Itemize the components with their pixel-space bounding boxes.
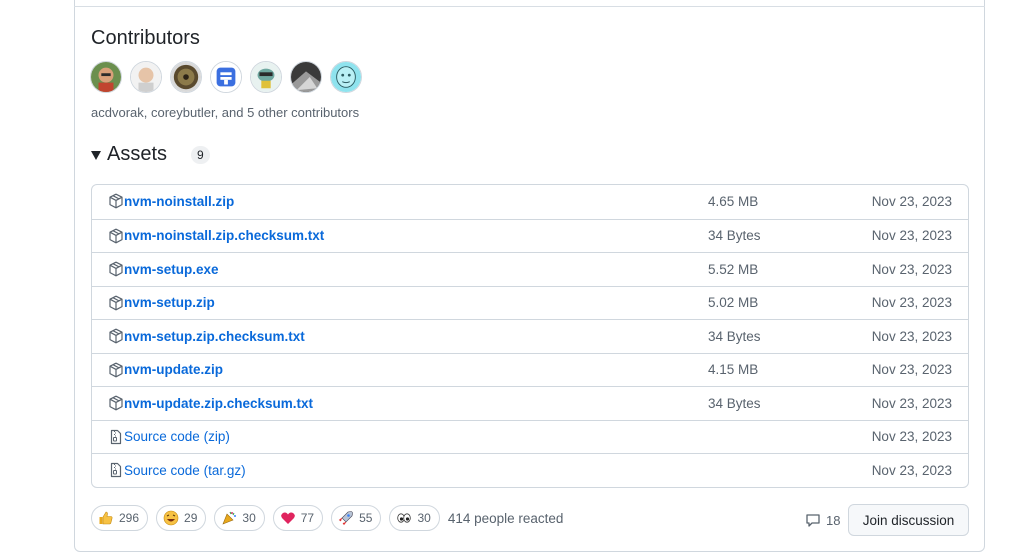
asset-date: Nov 23, 2023 [871, 228, 952, 244]
reaction-button[interactable]: 296 [91, 505, 149, 531]
asset-name: nvm-setup.zip.checksum.txt [124, 328, 305, 344]
asset-name: nvm-update.zip.checksum.txt [124, 395, 314, 411]
assets-toggle[interactable]: Assets 9 [91, 143, 210, 166]
comment-icon [806, 514, 820, 527]
asset-size: 5.02 MB [708, 295, 759, 311]
reactions-bar: 296 29 30 77 55 30 414 people reacted [91, 505, 563, 531]
package-icon [108, 362, 124, 378]
reaction-count: 77 [300, 511, 315, 525]
asset-name: nvm-noinstall.zip.checksum.txt [124, 228, 325, 244]
asset-row: nvm-noinstall.zip 4.65 MB Nov 23, 2023 [92, 185, 968, 219]
reaction-count: 55 [359, 511, 373, 525]
discussion-count[interactable]: 18 [805, 512, 840, 528]
asset-size: 34 Bytes [708, 395, 761, 411]
hooray-icon [221, 510, 237, 526]
triangle-down-icon [91, 151, 101, 160]
assets-heading: Assets [107, 143, 168, 165]
asset-date: Nov 23, 2023 [871, 462, 952, 478]
asset-name: nvm-setup.exe [124, 261, 219, 277]
reaction-count: 296 [119, 511, 140, 525]
join-discussion-button[interactable]: Join discussion [848, 504, 969, 536]
asset-row: nvm-noinstall.zip.checksum.txt 34 Bytes No… [92, 218, 968, 253]
reaction-button[interactable]: 30 [389, 505, 440, 531]
asset-row: nvm-update.zip 4.15 MB Nov 23, 2023 [92, 352, 968, 387]
asset-date: Nov 23, 2023 [871, 362, 952, 378]
asset-size: 34 Bytes [708, 328, 761, 344]
contributors-heading: Contributors [91, 27, 200, 49]
asset-link[interactable]: nvm-setup.zip.checksum.txt [124, 329, 305, 344]
comment-count: 18 [826, 512, 841, 528]
laugh-icon [163, 510, 179, 526]
reaction-count: 29 [184, 511, 198, 525]
avatar[interactable] [250, 61, 282, 93]
asset-name: Source code [124, 429, 200, 445]
avatar[interactable] [330, 61, 362, 93]
asset-link[interactable]: Source code (tar.gz) [124, 463, 246, 478]
package-icon [108, 228, 124, 244]
file-zip-icon [108, 429, 124, 445]
reaction-count: 30 [242, 511, 256, 525]
asset-name: nvm-setup.zip [124, 295, 215, 311]
asset-suffix: (tar.gz) [203, 462, 246, 478]
asset-date: Nov 23, 2023 [871, 395, 952, 411]
asset-name: nvm-update.zip [124, 362, 224, 378]
asset-link[interactable]: nvm-noinstall.zip [124, 194, 234, 209]
divider [74, 6, 985, 7]
package-icon [108, 295, 124, 311]
asset-size: 5.52 MB [708, 261, 759, 277]
package-icon [108, 193, 124, 209]
reaction-count: 30 [417, 511, 431, 525]
contributor-avatars [90, 61, 362, 93]
asset-date: Nov 23, 2023 [871, 194, 952, 210]
asset-date: Nov 23, 2023 [871, 328, 952, 344]
package-icon [108, 261, 124, 277]
package-icon [108, 395, 124, 411]
contributors-summary: acdvorak, coreybutler, and 5 other contr… [91, 105, 360, 120]
asset-size: 34 Bytes [708, 228, 761, 244]
asset-name: Source code [124, 462, 200, 478]
reaction-button[interactable]: 55 [331, 505, 382, 531]
heart-icon [280, 510, 296, 526]
asset-link[interactable]: nvm-setup.exe [124, 262, 219, 277]
reaction-button[interactable]: 77 [272, 505, 324, 531]
asset-link[interactable]: nvm-noinstall.zip.checksum.txt [124, 228, 324, 243]
package-icon [108, 328, 124, 344]
reaction-button[interactable]: 29 [156, 505, 207, 531]
asset-row: nvm-setup.zip.checksum.txt 34 Bytes Nov 23… [92, 319, 968, 353]
asset-link[interactable]: Source code (zip) [124, 429, 230, 444]
asset-date: Nov 23, 2023 [871, 261, 952, 277]
reaction-button[interactable]: 30 [214, 505, 265, 531]
asset-row: nvm-setup.exe 5.52 MB Nov 23, 2023 [92, 252, 968, 286]
asset-size: 4.65 MB [708, 194, 759, 210]
eyes-icon [396, 510, 412, 526]
asset-row: nvm-setup.zip 5.02 MB Nov 23, 2023 [92, 285, 968, 320]
asset-row: Source code (tar.gz) Nov 23, 2023 [92, 453, 968, 487]
avatar[interactable] [130, 61, 162, 93]
asset-row: nvm-update.zip.checksum.txt 34 Bytes Nov 2… [92, 386, 968, 420]
avatar[interactable] [210, 61, 242, 93]
assets-count-badge: 9 [191, 145, 210, 164]
asset-date: Nov 23, 2023 [871, 429, 952, 445]
asset-row: Source code (zip) Nov 23, 2023 [92, 419, 968, 454]
avatar[interactable] [290, 61, 322, 93]
assets-list: nvm-noinstall.zip 4.65 MB Nov 23, 2023 nvm-… [91, 184, 969, 488]
asset-link[interactable]: nvm-update.zip.checksum.txt [124, 396, 313, 411]
asset-link[interactable]: nvm-setup.zip [124, 295, 215, 310]
thumbs-up-icon [98, 510, 114, 526]
avatar[interactable] [90, 61, 122, 93]
asset-date: Nov 23, 2023 [871, 295, 952, 311]
asset-name: nvm-noinstall.zip [124, 194, 235, 210]
avatar[interactable] [170, 61, 202, 93]
rocket-icon [338, 510, 354, 526]
file-zip-icon [108, 462, 124, 478]
asset-size: 4.15 MB [708, 362, 759, 378]
asset-suffix: (zip) [203, 429, 230, 445]
reactions-summary: 414 people reacted [447, 510, 564, 526]
asset-link[interactable]: nvm-update.zip [124, 362, 223, 377]
